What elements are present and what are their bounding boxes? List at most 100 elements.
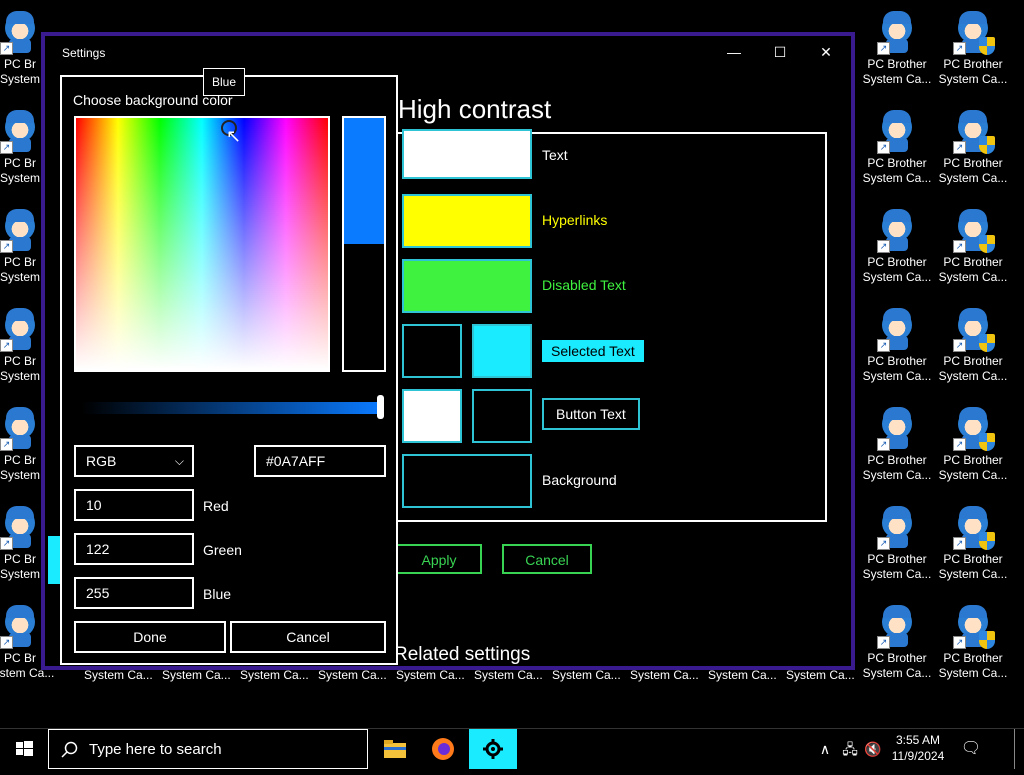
- desktop-icon-label[interactable]: System Ca...: [708, 668, 777, 682]
- desktop-icon[interactable]: ↗ PC Br System: [0, 5, 56, 100]
- done-button[interactable]: Done: [74, 621, 226, 653]
- background-color-swatch[interactable]: [402, 454, 532, 508]
- desktop-icon[interactable]: ↗ PC Brother System Ca...: [861, 401, 933, 496]
- desktop-icon-label: PC Brother: [943, 354, 1003, 368]
- pc-brother-app-icon: ↗: [0, 11, 40, 55]
- desktop-icon-label-line2: System Ca...: [938, 72, 1008, 86]
- maximize-button[interactable]: ☐: [757, 38, 803, 66]
- clock-time: 3:55 AM: [895, 733, 941, 747]
- selected-text-fg-swatch[interactable]: [402, 324, 462, 378]
- pc-brother-app-icon: ↗: [877, 506, 917, 550]
- title-bar[interactable]: Settings — ☐ ✕: [45, 36, 851, 68]
- selected-color-fill: [344, 118, 384, 244]
- desktop-icon-label-line2: System Ca...: [862, 270, 932, 284]
- desktop-icon[interactable]: ↗ PC Br System: [0, 203, 56, 298]
- pc-brother-app-icon: ↗: [953, 605, 995, 649]
- brightness-slider-thumb[interactable]: [377, 395, 384, 419]
- hex-input[interactable]: #0A7AFF: [254, 445, 386, 477]
- pc-brother-app-icon: ↗: [0, 407, 40, 451]
- background-label: Background: [542, 472, 617, 488]
- green-input[interactable]: 122: [74, 533, 194, 565]
- desktop-icon-label: PC Br: [3, 255, 36, 269]
- desktop-icon[interactable]: ↗ PC Brother System Ca...: [937, 599, 1009, 694]
- button-text-fg-swatch[interactable]: [402, 389, 462, 443]
- blue-label: Blue: [203, 586, 232, 602]
- desktop-icon[interactable]: ↗ PC Brother System Ca...: [937, 5, 1009, 100]
- volume-muted-icon[interactable]: 🔇: [862, 729, 884, 769]
- desktop-icon[interactable]: ↗ PC Brother System Ca...: [937, 500, 1009, 595]
- desktop-icon-label[interactable]: System Ca...: [474, 668, 543, 682]
- desktop-icon-label[interactable]: System Ca...: [396, 668, 465, 682]
- close-button[interactable]: ✕: [803, 38, 849, 66]
- apply-button[interactable]: Apply: [396, 544, 482, 574]
- cancel-button[interactable]: Cancel: [502, 544, 592, 574]
- taskbar-search[interactable]: Type here to search: [48, 729, 368, 769]
- desktop-icon-label[interactable]: System Ca...: [630, 668, 699, 682]
- text-color-swatch[interactable]: [402, 129, 532, 179]
- color-mode-value: RGB: [86, 453, 117, 469]
- system-clock[interactable]: 3:55 AM 11/9/2024: [886, 732, 950, 764]
- desktop-icon-label[interactable]: System Ca...: [84, 668, 153, 682]
- desktop-icon-label-line2: System: [0, 369, 40, 383]
- pc-brother-app-icon: ↗: [0, 308, 40, 352]
- desktop-icon-label[interactable]: System Ca...: [318, 668, 387, 682]
- desktop-icon[interactable]: ↗ PC Brother System Ca...: [861, 104, 933, 199]
- desktop-icon[interactable]: ↗ PC Brother System Ca...: [937, 401, 1009, 496]
- hyperlinks-color-swatch[interactable]: [402, 194, 532, 248]
- desktop-icon-label-line2: System: [0, 171, 40, 185]
- desktop-icon[interactable]: ↗ PC Br System: [0, 104, 56, 199]
- window-title: Settings: [62, 46, 106, 60]
- desktop-icon-label-line2: System Ca...: [862, 171, 932, 185]
- desktop-icon[interactable]: ↗ PC Brother System Ca...: [861, 599, 933, 694]
- desktop-icon-label-line2: System: [0, 72, 40, 86]
- notification-icon[interactable]: 🗨: [954, 729, 988, 769]
- color-mode-select[interactable]: RGB ⌵: [74, 445, 194, 477]
- show-desktop-button[interactable]: [1014, 729, 1015, 769]
- selected-text-bg-swatch[interactable]: [472, 324, 532, 378]
- desktop-icon[interactable]: ↗ PC Brother System Ca...: [861, 302, 933, 397]
- gear-icon: [483, 739, 503, 759]
- desktop-icon-label[interactable]: System Ca...: [786, 668, 855, 682]
- mouse-cursor-icon: ↖: [226, 126, 242, 146]
- desktop-icon[interactable]: ↗ PC Br System: [0, 302, 56, 397]
- firefox-button[interactable]: [419, 729, 467, 769]
- pc-brother-app-icon: ↗: [877, 407, 917, 451]
- desktop-icon-label[interactable]: System Ca...: [240, 668, 309, 682]
- color-spectrum[interactable]: ↖: [74, 116, 330, 372]
- button-text-bg-swatch[interactable]: [472, 389, 532, 443]
- red-input[interactable]: 10: [74, 489, 194, 521]
- desktop-icon-label-line2: System Ca...: [938, 468, 1008, 482]
- color-preview: [342, 116, 386, 372]
- network-icon[interactable]: 🖧: [838, 729, 862, 769]
- color-picker-dialog: Choose background color ↖ RGB ⌵ #0A7AFF …: [60, 75, 398, 665]
- pc-brother-app-icon: ↗: [877, 308, 917, 352]
- desktop-icon-label-line2: System Ca...: [862, 666, 932, 680]
- desktop-icon[interactable]: ↗ PC Brother System Ca...: [861, 5, 933, 100]
- desktop-icon[interactable]: ↗ PC Brother System Ca...: [937, 104, 1009, 199]
- picker-cancel-button[interactable]: Cancel: [230, 621, 386, 653]
- desktop-icon-label[interactable]: System Ca...: [552, 668, 621, 682]
- desktop-icon[interactable]: ↗ PC Brother System Ca...: [937, 203, 1009, 298]
- desktop-icon[interactable]: ↗ PC BrSystem Ca...: [0, 599, 56, 694]
- minimize-button[interactable]: —: [711, 38, 757, 66]
- desktop-icon[interactable]: ↗ PC Brother System Ca...: [861, 500, 933, 595]
- desktop-icon-label-line2: System Ca...: [862, 468, 932, 482]
- desktop-icon[interactable]: ↗ PC Br System: [0, 500, 56, 595]
- desktop-icon-label[interactable]: System Ca...: [162, 668, 231, 682]
- chevron-up-icon[interactable]: ∧: [812, 729, 838, 769]
- file-explorer-button[interactable]: [371, 729, 419, 769]
- search-placeholder: Type here to search: [89, 741, 222, 758]
- desktop-icon[interactable]: ↗ PC Br System: [0, 401, 56, 496]
- desktop-icon[interactable]: ↗ PC Brother System Ca...: [861, 203, 933, 298]
- desktop-icon-label: PC Brother: [943, 57, 1003, 71]
- blue-input[interactable]: 255: [74, 577, 194, 609]
- desktop-icon-label-line2: System: [0, 468, 40, 482]
- desktop-icon-label: PC Brother: [867, 651, 927, 665]
- desktop-icon-label: PC Brother: [867, 156, 927, 170]
- start-button[interactable]: [0, 729, 48, 769]
- desktop-icon[interactable]: ↗ PC Brother System Ca...: [937, 302, 1009, 397]
- settings-taskbar-button[interactable]: [469, 729, 517, 769]
- brightness-slider[interactable]: [82, 402, 382, 414]
- desktop-icon-label: PC Br: [3, 156, 36, 170]
- disabled-text-color-swatch[interactable]: [402, 259, 532, 313]
